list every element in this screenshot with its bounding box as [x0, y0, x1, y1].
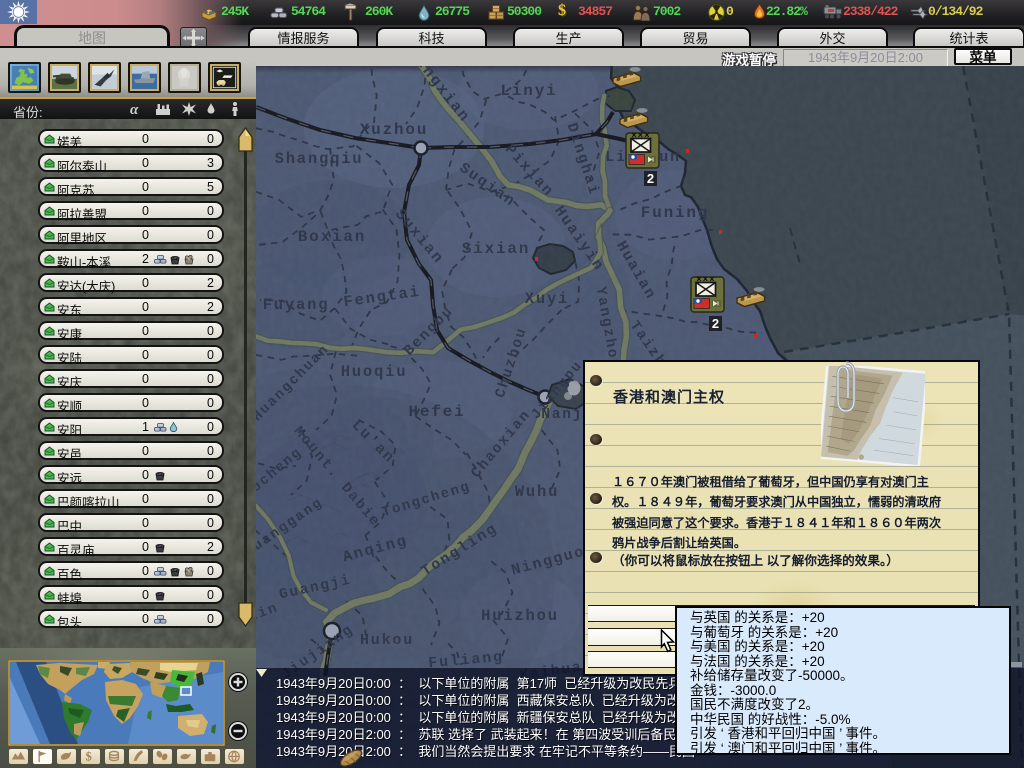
svg-text:$: $	[86, 749, 92, 763]
svg-text:α: α	[130, 102, 139, 117]
